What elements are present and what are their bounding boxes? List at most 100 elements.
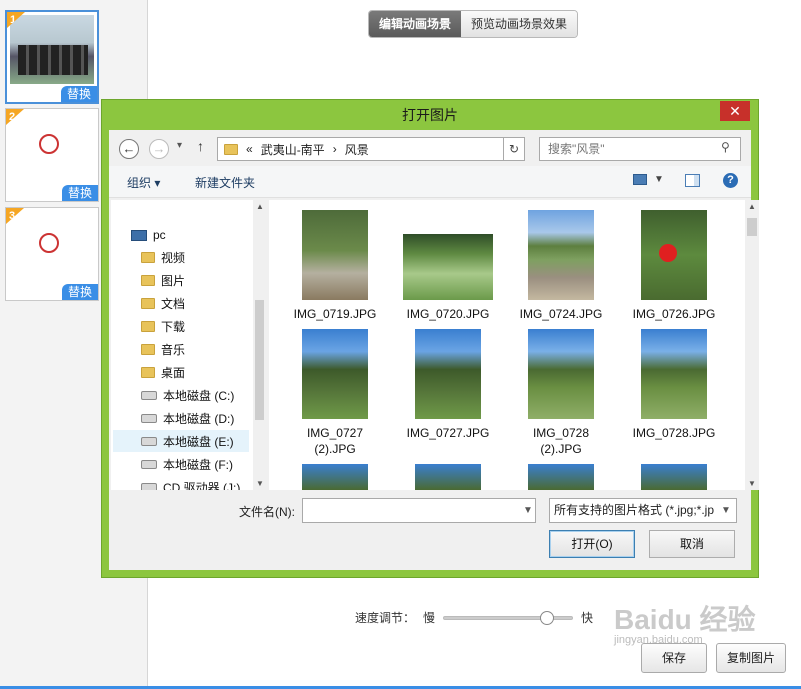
nav-item-documents[interactable]: 文档 xyxy=(141,292,185,314)
address-bar[interactable]: « 武夷山-南平 › 风景 ▼ xyxy=(217,137,525,161)
file-thumbnail-partial[interactable] xyxy=(528,464,594,490)
close-button[interactable]: ✕ xyxy=(720,101,750,121)
folder-icon xyxy=(224,143,238,155)
scene-thumbnail-1[interactable]: 1 替换 xyxy=(5,10,99,104)
folder-icon xyxy=(141,297,155,309)
help-icon[interactable]: ? xyxy=(723,173,738,188)
nav-item-label: 视频 xyxy=(161,250,186,265)
toolbar: 组织 ▾ 新建文件夹 ▼ ? xyxy=(109,166,751,198)
cancel-button[interactable]: 取消 xyxy=(649,530,735,558)
nav-item-drive-f[interactable]: 本地磁盘 (F:) xyxy=(141,453,233,475)
nav-item-label: 音乐 xyxy=(161,342,186,357)
snowman-icon xyxy=(39,134,59,154)
scroll-thumb[interactable] xyxy=(747,218,757,236)
nav-item-label: 桌面 xyxy=(161,365,186,380)
breadcrumb-item[interactable]: 风景 xyxy=(345,141,369,158)
organize-button[interactable]: 组织 ▾ xyxy=(127,174,160,191)
up-arrow-icon[interactable]: ↑ xyxy=(197,138,204,154)
copy-image-button[interactable]: 复制图片 xyxy=(716,643,786,673)
scroll-up-icon[interactable]: ▲ xyxy=(748,202,756,211)
nav-item-cd-drive[interactable]: CD 驱动器 (J:) xyxy=(141,476,240,490)
scroll-down-icon[interactable]: ▼ xyxy=(256,479,264,488)
file-item[interactable]: IMG_0724.JPG xyxy=(505,210,617,322)
replace-button[interactable]: 替换 xyxy=(61,86,97,102)
folder-icon xyxy=(141,343,155,355)
file-item[interactable]: IMG_0727 (2).JPG xyxy=(279,329,391,457)
replace-button[interactable]: 替换 xyxy=(62,284,98,300)
folder-icon xyxy=(141,274,155,286)
file-thumbnail xyxy=(302,210,368,300)
scene-thumbnail-2[interactable]: 2 替换 xyxy=(5,108,99,202)
nav-item-label: 本地磁盘 (D:) xyxy=(163,411,235,426)
filename-input[interactable] xyxy=(302,498,536,523)
chevron-down-icon[interactable]: ▼ xyxy=(523,505,533,516)
replace-button[interactable]: 替换 xyxy=(62,185,98,201)
file-list-scrollbar[interactable]: ▲ ▼ xyxy=(745,200,759,490)
scene-thumbnail-3[interactable]: 3 替换 xyxy=(5,207,99,301)
scroll-up-icon[interactable]: ▲ xyxy=(256,202,264,211)
nav-scrollbar[interactable]: ▲ ▼ xyxy=(253,200,266,490)
file-name: IMG_0728 (2).JPG xyxy=(532,426,590,456)
file-item[interactable]: IMG_0719.JPG xyxy=(279,210,391,322)
view-options-icon[interactable] xyxy=(633,174,647,185)
tab-edit-scene[interactable]: 编辑动画场景 xyxy=(369,11,462,37)
navigation-pane: pc 视频 图片 文档 下载 音乐 桌面 本地磁盘 (C:) 本地磁盘 (D:)… xyxy=(111,200,266,490)
file-name: IMG_0727.JPG xyxy=(406,426,490,440)
nav-item-downloads[interactable]: 下载 xyxy=(141,315,185,337)
nav-item-label: 文档 xyxy=(161,296,186,311)
search-icon: ⚲ xyxy=(721,140,730,154)
file-thumbnail xyxy=(641,210,707,300)
scroll-down-icon[interactable]: ▼ xyxy=(748,479,756,488)
file-thumbnail-partial[interactable] xyxy=(641,464,707,490)
windows-drive-icon xyxy=(141,390,157,400)
preview-pane-icon[interactable] xyxy=(685,174,700,187)
file-thumbnail-partial[interactable] xyxy=(415,464,481,490)
breadcrumb-item[interactable]: 武夷山-南平 xyxy=(261,141,325,158)
scroll-thumb[interactable] xyxy=(255,300,264,420)
address-overflow[interactable]: « xyxy=(246,142,253,156)
save-button[interactable]: 保存 xyxy=(641,643,707,673)
new-folder-button[interactable]: 新建文件夹 xyxy=(195,174,255,191)
forward-icon[interactable]: → xyxy=(149,139,169,159)
file-item[interactable]: IMG_0727.JPG xyxy=(392,329,504,441)
nav-item-drive-c[interactable]: 本地磁盘 (C:) xyxy=(141,384,234,406)
nav-item-videos[interactable]: 视频 xyxy=(141,246,185,268)
folder-icon xyxy=(141,320,155,332)
drive-icon xyxy=(141,436,157,446)
file-item[interactable]: IMG_0720.JPG xyxy=(392,210,504,322)
nav-item-music[interactable]: 音乐 xyxy=(141,338,185,360)
slider-knob[interactable] xyxy=(540,610,555,625)
folder-icon xyxy=(141,366,155,378)
back-icon[interactable]: ← xyxy=(119,139,139,159)
file-type-select[interactable]: 所有支持的图片格式 (*.jpg;*.jp xyxy=(549,498,737,523)
nav-item-pc[interactable]: pc xyxy=(131,224,166,246)
red-flower xyxy=(659,244,677,262)
nav-item-drive-d[interactable]: 本地磁盘 (D:) xyxy=(141,407,234,429)
file-item[interactable]: IMG_0726.JPG xyxy=(618,210,730,322)
recent-dropdown-icon[interactable]: ▾ xyxy=(177,140,182,151)
tab-preview-scene[interactable]: 预览动画场景效果 xyxy=(461,11,578,37)
speed-fast-label: 快 xyxy=(581,611,594,625)
nav-item-label: 本地磁盘 (E:) xyxy=(163,434,234,449)
open-button[interactable]: 打开(O) xyxy=(549,530,635,558)
nav-item-drive-e[interactable]: 本地磁盘 (E:) xyxy=(113,430,249,452)
file-name: IMG_0728.JPG xyxy=(632,426,716,440)
refresh-icon[interactable]: ↻ xyxy=(503,137,525,161)
nav-item-label: 下载 xyxy=(161,319,186,334)
file-name: IMG_0719.JPG xyxy=(293,307,377,321)
scene-placeholder xyxy=(9,112,95,183)
speed-slider[interactable] xyxy=(443,610,574,625)
watermark-brand: Baidu 经验 xyxy=(614,604,756,635)
nav-item-desktop[interactable]: 桌面 xyxy=(141,361,185,383)
drive-icon xyxy=(141,459,157,469)
file-item[interactable]: IMG_0728 (2).JPG xyxy=(505,329,617,457)
file-thumbnail-partial[interactable] xyxy=(302,464,368,490)
nav-item-label: 图片 xyxy=(161,273,186,288)
file-thumbnail xyxy=(528,329,594,419)
nav-item-pictures[interactable]: 图片 xyxy=(141,269,185,291)
chevron-down-icon[interactable]: ▼ xyxy=(721,505,731,516)
nav-item-label: 本地磁盘 (F:) xyxy=(163,457,233,472)
search-input[interactable]: 搜索"风景" xyxy=(539,137,741,161)
chevron-down-icon[interactable]: ▼ xyxy=(654,174,664,185)
file-item[interactable]: IMG_0728.JPG xyxy=(618,329,730,441)
